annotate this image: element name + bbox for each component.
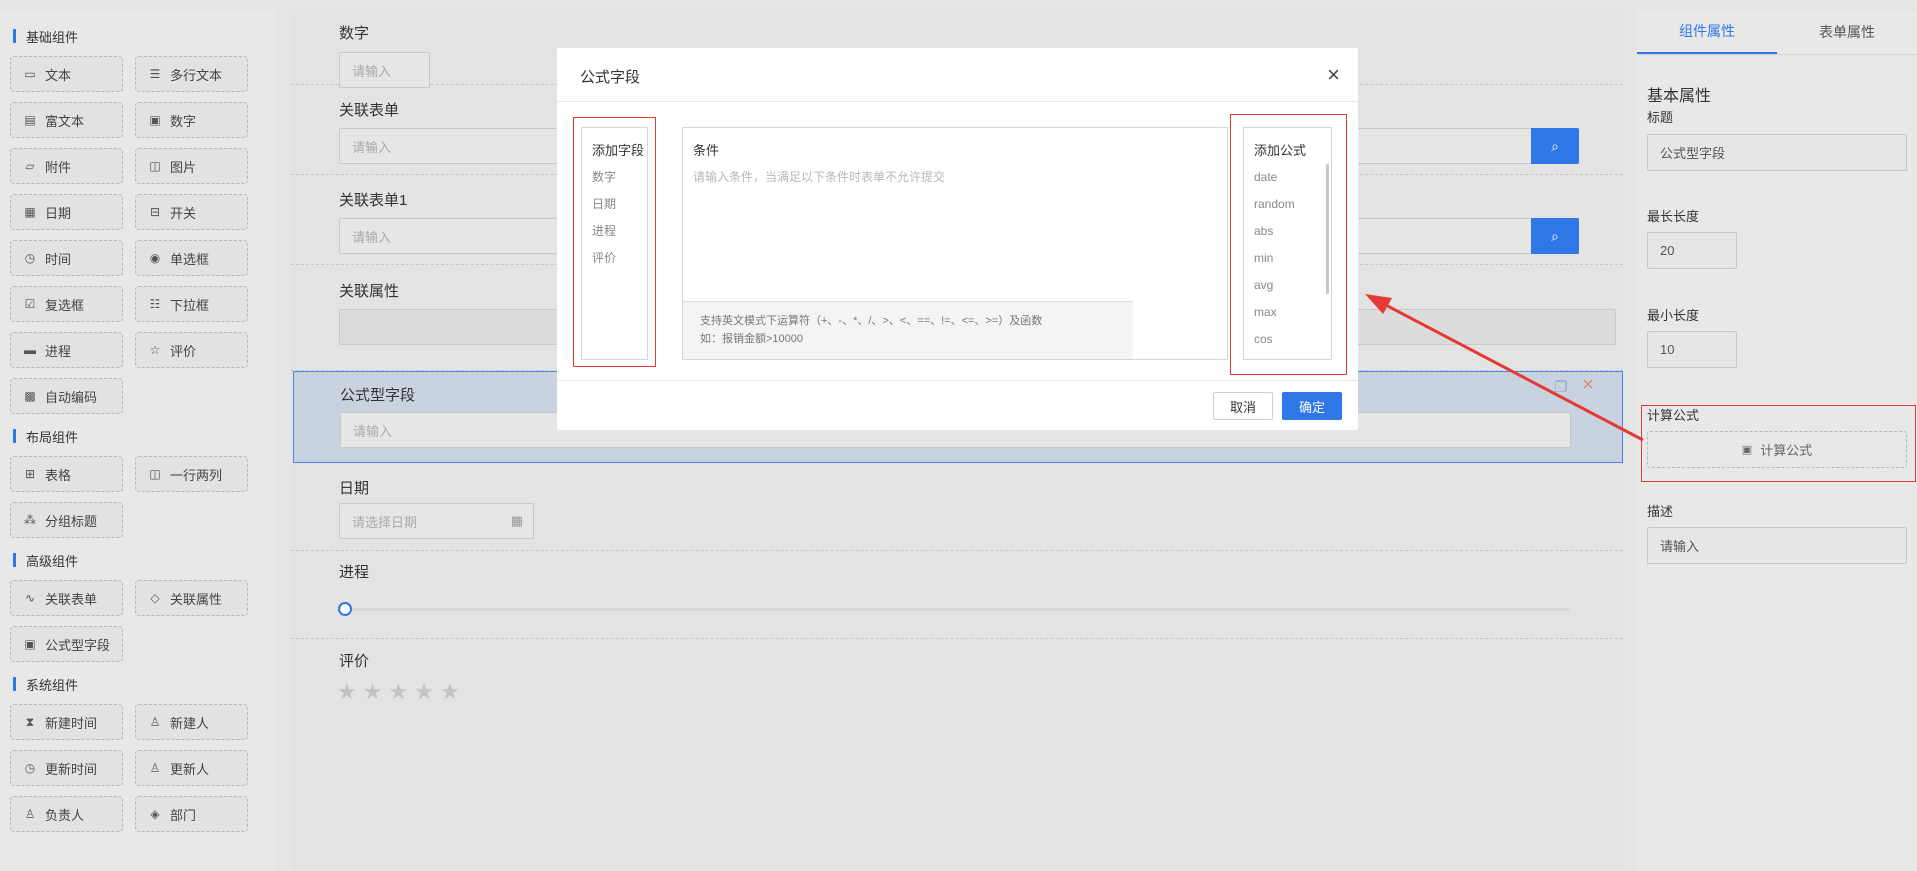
field-list-head: 添加字段 <box>592 143 645 158</box>
close-icon[interactable]: × <box>1327 62 1340 88</box>
hint-line1: 支持英文模式下运算符（+、-、*、/、>、<、==、!=、<=、>=）及函数 <box>700 315 1043 327</box>
formula-dialog: 公式字段 × 添加字段 数字 日期 进程 评价 条件 请输入条件，当满足以下条件时表单… <box>557 48 1358 430</box>
formula-list-item[interactable]: avg <box>1244 272 1331 299</box>
condition-label: 条件 <box>693 143 720 158</box>
formula-list-item[interactable]: abs <box>1244 218 1331 245</box>
dialog-title: 公式字段 <box>580 69 641 86</box>
field-list: 添加字段 数字 日期 进程 评价 <box>581 127 648 360</box>
formula-list: 添加公式 date random abs min avg max cos <box>1243 127 1332 360</box>
hint-box: 支持英文模式下运算符（+、-、*、/、>、<、==、!=、<=、>=）及函数 如… <box>683 301 1133 359</box>
field-list-item[interactable]: 进程 <box>582 218 647 245</box>
formula-list-item[interactable]: cos <box>1244 326 1331 353</box>
field-list-item[interactable]: 评价 <box>582 245 647 272</box>
scrollbar[interactable] <box>1326 164 1329 294</box>
confirm-button[interactable]: 确定 <box>1282 392 1342 420</box>
field-list-item[interactable]: 日期 <box>582 191 647 218</box>
formula-list-head: 添加公式 <box>1254 143 1307 158</box>
divider <box>557 380 1358 381</box>
field-list-item[interactable]: 数字 <box>582 164 647 191</box>
formula-list-item[interactable]: max <box>1244 299 1331 326</box>
condition-input[interactable]: 请输入条件，当满足以下条件时表单不允许提交 <box>693 168 945 185</box>
formula-list-item[interactable]: date <box>1244 164 1331 191</box>
condition-box[interactable]: 条件 请输入条件，当满足以下条件时表单不允许提交 支持英文模式下运算符（+、-、… <box>682 127 1228 360</box>
formula-list-item[interactable]: random <box>1244 191 1331 218</box>
cancel-button[interactable]: 取消 <box>1213 392 1273 420</box>
divider <box>557 101 1358 102</box>
formula-list-item[interactable]: min <box>1244 245 1331 272</box>
hint-line2: 如：报销金额>10000 <box>700 333 804 345</box>
